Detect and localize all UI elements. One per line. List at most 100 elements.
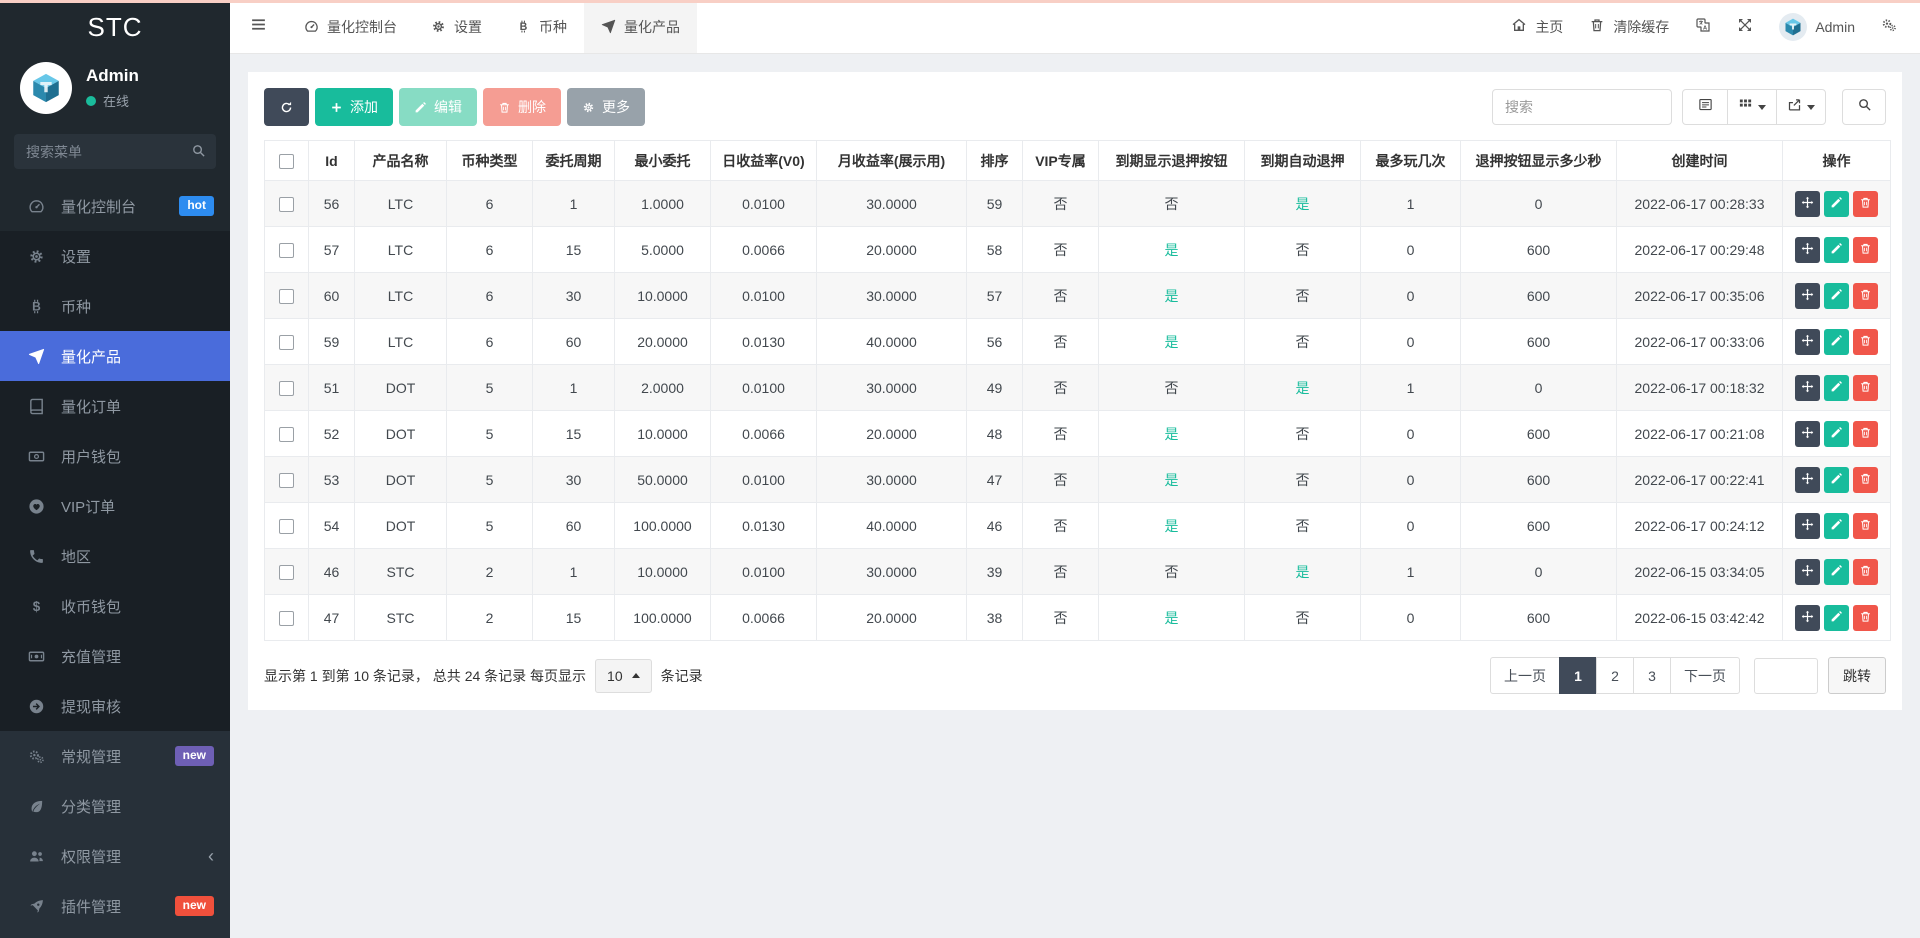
edit-button[interactable]: 编辑 <box>399 88 477 126</box>
delete-row-button[interactable] <box>1853 421 1878 447</box>
jump-button[interactable]: 跳转 <box>1828 657 1886 694</box>
sidebar-item-插件管理[interactable]: 插件管理new <box>0 881 230 931</box>
sidebar-item-提现审核[interactable]: 提现审核 <box>0 681 230 731</box>
navbar-item-gears[interactable] <box>1868 0 1910 53</box>
sidebar-item-设置[interactable]: 设置 <box>0 231 230 281</box>
table-search-input[interactable] <box>1492 89 1672 125</box>
sidebar-item-币种[interactable]: B币种 <box>0 281 230 331</box>
next-page-button[interactable]: 下一页 <box>1670 657 1740 694</box>
sidebar-item-收币钱包[interactable]: $收币钱包 <box>0 581 230 631</box>
sidebar-item-量化控制台[interactable]: 量化控制台hot <box>0 181 230 231</box>
delete-row-button[interactable] <box>1853 237 1878 263</box>
row-checkbox[interactable] <box>279 381 294 396</box>
delete-button[interactable]: 删除 <box>483 88 561 126</box>
move-row-button[interactable] <box>1795 605 1820 631</box>
row-checkbox[interactable] <box>279 289 294 304</box>
move-row-button[interactable] <box>1795 467 1820 493</box>
row-checkbox[interactable] <box>279 473 294 488</box>
app-layout: STC Admin 在线 量化控制台 <box>0 0 1920 938</box>
cell-created: 2022-06-17 00:21:08 <box>1617 411 1783 457</box>
tab-量化控制台[interactable]: 量化控制台 <box>287 0 414 53</box>
move-row-button[interactable] <box>1795 513 1820 539</box>
select-all-checkbox[interactable] <box>279 154 294 169</box>
move-row-button[interactable] <box>1795 329 1820 355</box>
page-button-2[interactable]: 2 <box>1596 657 1634 694</box>
sidebar-item-用户钱包[interactable]: 用户钱包 <box>0 431 230 481</box>
sidebar-search-input[interactable] <box>14 134 216 169</box>
edit-row-button[interactable] <box>1824 191 1849 217</box>
tab-量化产品[interactable]: 量化产品 <box>584 0 697 53</box>
edit-row-button[interactable] <box>1824 375 1849 401</box>
navbar-item-translate[interactable]: A <box>1682 0 1724 53</box>
export-button[interactable] <box>1776 89 1826 125</box>
cell-created: 2022-06-17 00:22:41 <box>1617 457 1783 503</box>
add-button[interactable]: 添加 <box>315 88 393 126</box>
sidebar-item-地区[interactable]: 地区 <box>0 531 230 581</box>
navbar-item-Admin[interactable]: Admin <box>1766 0 1868 53</box>
page-number-buttons: 123 <box>1560 657 1671 694</box>
navbar-item-fullscreen[interactable] <box>1724 0 1766 53</box>
delete-row-button[interactable] <box>1853 559 1878 585</box>
cell-monthly_rate: 30.0000 <box>817 457 967 503</box>
cell-refund_btn_seconds: 600 <box>1461 273 1617 319</box>
cell-vip: 否 <box>1023 549 1099 595</box>
sidebar-item-充值管理[interactable]: 充值管理 <box>0 631 230 681</box>
move-row-button[interactable] <box>1795 237 1820 263</box>
delete-row-button[interactable] <box>1853 283 1878 309</box>
refresh-button[interactable] <box>264 88 309 126</box>
table-row: 56LTC611.00000.010030.000059否否是102022-06… <box>265 181 1891 227</box>
delete-row-button[interactable] <box>1853 513 1878 539</box>
move-row-button[interactable] <box>1795 421 1820 447</box>
sidebar-toggle-button[interactable] <box>230 0 287 53</box>
tab-币种[interactable]: B币种 <box>499 0 584 53</box>
edit-row-button[interactable] <box>1824 329 1849 355</box>
move-row-button[interactable] <box>1795 375 1820 401</box>
delete-row-button[interactable] <box>1853 191 1878 217</box>
row-checkbox[interactable] <box>279 427 294 442</box>
cell-monthly_rate: 20.0000 <box>817 595 967 641</box>
sidebar-item-VIP订单[interactable]: VIP订单 <box>0 481 230 531</box>
prev-page-button[interactable]: 上一页 <box>1490 657 1560 694</box>
row-checkbox[interactable] <box>279 335 294 350</box>
search-submit-button[interactable] <box>1842 89 1886 125</box>
edit-row-button[interactable] <box>1824 237 1849 263</box>
row-checkbox[interactable] <box>279 243 294 258</box>
sidebar-item-label: 量化订单 <box>61 396 121 417</box>
page-button-3[interactable]: 3 <box>1633 657 1671 694</box>
more-button[interactable]: 更多 <box>567 88 645 126</box>
edit-row-button[interactable] <box>1824 467 1849 493</box>
page-button-1[interactable]: 1 <box>1559 657 1597 694</box>
sidebar-item-量化产品[interactable]: 量化产品 <box>0 331 230 381</box>
row-checkbox[interactable] <box>279 519 294 534</box>
cell-show_refund_btn: 否 <box>1099 549 1245 595</box>
row-checkbox[interactable] <box>279 611 294 626</box>
sidebar-item-分类管理[interactable]: 分类管理 <box>0 781 230 831</box>
row-checkbox[interactable] <box>279 565 294 580</box>
detail-view-button[interactable] <box>1682 89 1728 125</box>
move-row-button[interactable] <box>1795 191 1820 217</box>
page-size-select[interactable]: 10 <box>595 659 652 693</box>
move-row-button[interactable] <box>1795 559 1820 585</box>
navbar-item-主页[interactable]: 主页 <box>1498 0 1576 53</box>
delete-row-button[interactable] <box>1853 467 1878 493</box>
move-row-button[interactable] <box>1795 283 1820 309</box>
edit-row-button[interactable] <box>1824 559 1849 585</box>
paper-plane-icon <box>26 348 46 365</box>
edit-row-button[interactable] <box>1824 283 1849 309</box>
sidebar-item-权限管理[interactable]: 权限管理‹ <box>0 831 230 881</box>
jump-page-input[interactable] <box>1754 658 1818 694</box>
edit-row-button[interactable] <box>1824 421 1849 447</box>
navbar-item-清除缓存[interactable]: 清除缓存 <box>1576 0 1682 53</box>
delete-row-button[interactable] <box>1853 329 1878 355</box>
move-icon <box>1801 242 1814 258</box>
sidebar-item-量化订单[interactable]: 量化订单 <box>0 381 230 431</box>
tab-设置[interactable]: 设置 <box>414 0 499 53</box>
edit-row-button[interactable] <box>1824 513 1849 539</box>
edit-row-button[interactable] <box>1824 605 1849 631</box>
delete-row-button[interactable] <box>1853 375 1878 401</box>
columns-button[interactable] <box>1727 89 1777 125</box>
svg-text:$: $ <box>32 598 40 613</box>
row-checkbox[interactable] <box>279 197 294 212</box>
sidebar-item-常规管理[interactable]: 常规管理new <box>0 731 230 781</box>
delete-row-button[interactable] <box>1853 605 1878 631</box>
